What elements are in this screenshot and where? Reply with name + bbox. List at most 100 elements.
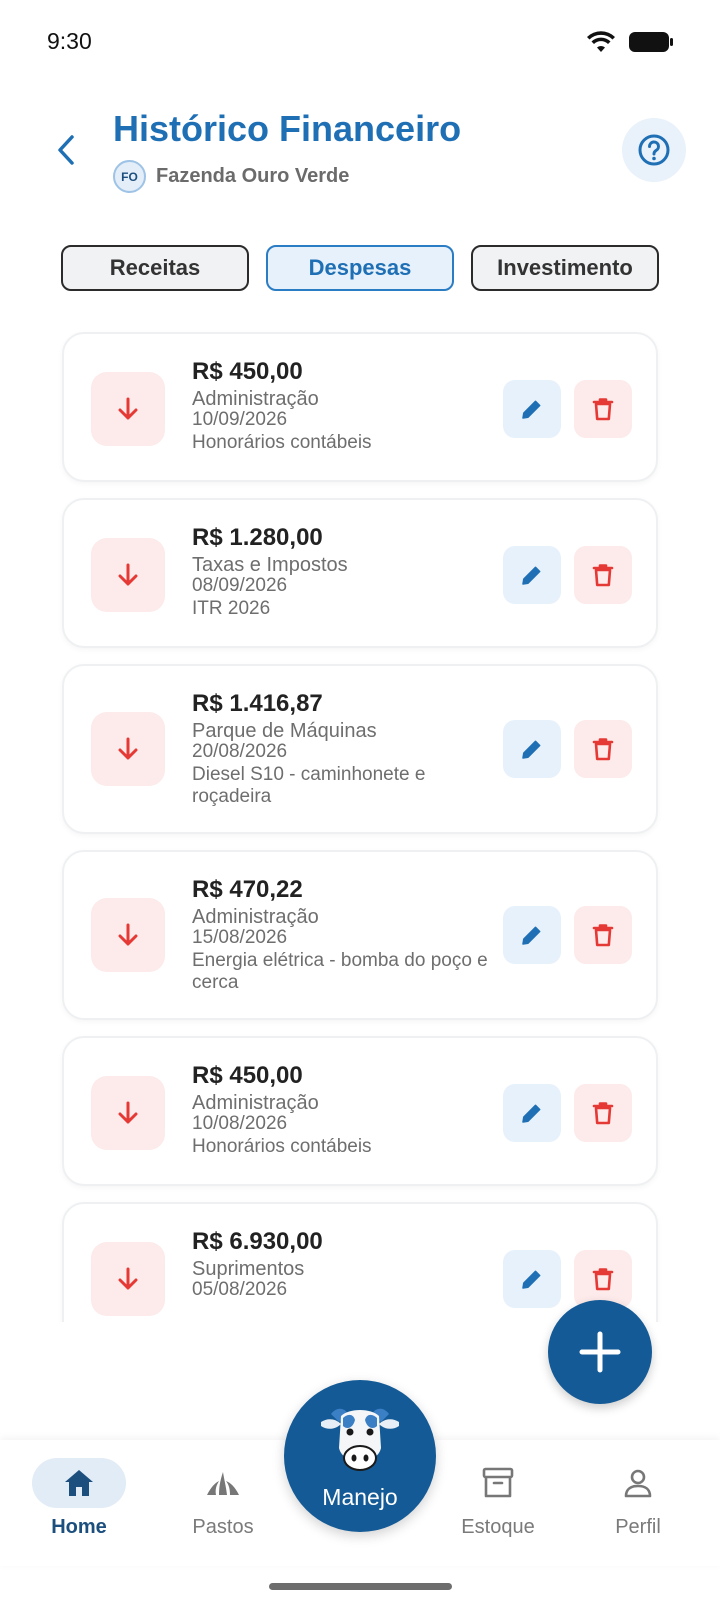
edit-button[interactable] [503, 906, 561, 964]
edit-button[interactable] [503, 1084, 561, 1142]
trash-icon [592, 924, 614, 947]
expense-details: R$ 6.930,00 Suprimentos 05/08/2026 [192, 1226, 492, 1302]
pencil-icon [522, 740, 541, 759]
tab-despesas[interactable]: Despesas [266, 245, 454, 291]
edit-button[interactable] [503, 546, 561, 604]
pencil-icon [522, 566, 541, 585]
trash-icon [592, 1268, 614, 1291]
delete-button[interactable] [574, 720, 632, 778]
expense-details: R$ 450,00 Administração 10/08/2026 Honor… [192, 1060, 492, 1158]
delete-button[interactable] [574, 1084, 632, 1142]
expense-details: R$ 1.416,87 Parque de Máquinas 20/08/202… [192, 688, 492, 808]
expense-icon-wrap [91, 1242, 165, 1316]
home-icon [65, 1470, 93, 1496]
expense-category: Administração [192, 906, 319, 928]
expense-date: 20/08/2026 [192, 741, 288, 762]
expense-icon-wrap [91, 898, 165, 972]
expense-details: R$ 470,22 Administração 15/08/2026 Energ… [192, 874, 492, 994]
expense-list[interactable]: R$ 450,00 Administração 10/09/2026 Honor… [0, 330, 720, 1322]
pencil-icon [522, 1104, 541, 1123]
nav-pastos[interactable]: Pastos [168, 1458, 278, 1539]
expense-icon-wrap [91, 538, 165, 612]
expense-description: ITR 2026 [192, 598, 271, 619]
add-expense-button[interactable] [548, 1300, 652, 1404]
nav-estoque[interactable]: Estoque [443, 1458, 553, 1539]
delete-button[interactable] [574, 906, 632, 964]
home-indicator [269, 1583, 452, 1590]
nav-pastos-icon-wrap [176, 1458, 270, 1508]
trash-icon [592, 738, 614, 761]
expense-card[interactable]: R$ 470,22 Administração 15/08/2026 Energ… [62, 850, 658, 1020]
expense-amount: R$ 450,00 [192, 358, 303, 385]
wifi-icon [587, 31, 615, 52]
manejo-label: Manejo [322, 1484, 398, 1510]
expense-icon-wrap [91, 1076, 165, 1150]
expense-icon-wrap [91, 372, 165, 446]
expense-description: Honorários contábeis [192, 432, 372, 453]
expense-card[interactable]: R$ 450,00 Administração 10/08/2026 Honor… [62, 1036, 658, 1186]
edit-button[interactable] [503, 1250, 561, 1308]
grass-icon [207, 1472, 239, 1495]
edit-button[interactable] [503, 720, 561, 778]
nav-pastos-label: Pastos [192, 1516, 254, 1538]
trash-icon [592, 1102, 614, 1125]
archive-box-icon [482, 1467, 514, 1498]
expense-card[interactable]: R$ 1.416,87 Parque de Máquinas 20/08/202… [62, 664, 658, 834]
plus-icon [579, 1331, 621, 1373]
nav-home-icon-wrap [32, 1458, 126, 1508]
farm-info: FO Fazenda Ouro Verde [113, 160, 349, 193]
expense-description: Diesel S10 - caminhonete e roçadeira [192, 764, 426, 807]
arrow-down-icon [118, 397, 138, 420]
farm-avatar: FO [113, 160, 146, 193]
edit-button[interactable] [503, 380, 561, 438]
expense-card[interactable]: R$ 450,00 Administração 10/09/2026 Honor… [62, 332, 658, 482]
chevron-left-icon [58, 135, 74, 165]
trash-icon [592, 398, 614, 421]
cow-icon [321, 1408, 399, 1471]
arrow-down-icon [118, 923, 138, 946]
expense-date: 10/08/2026 [192, 1113, 288, 1134]
expense-description: Honorários contábeis [192, 1136, 372, 1157]
expense-amount: R$ 470,22 [192, 876, 303, 903]
person-icon [624, 1469, 652, 1498]
expense-category: Parque de Máquinas [192, 720, 377, 742]
nav-estoque-label: Estoque [461, 1516, 535, 1538]
arrow-down-icon [118, 1101, 138, 1124]
nav-estoque-icon-wrap [451, 1458, 545, 1508]
nav-perfil[interactable]: Perfil [583, 1458, 693, 1539]
nav-perfil-label: Perfil [615, 1516, 661, 1538]
farm-name: Fazenda Ouro Verde [156, 165, 350, 187]
tab-receitas[interactable]: Receitas [61, 245, 249, 291]
expense-category: Taxas e Impostos [192, 554, 348, 576]
question-circle-icon [638, 134, 670, 166]
expense-amount: R$ 1.416,87 [192, 690, 323, 717]
arrow-down-icon [118, 1267, 138, 1290]
expense-card[interactable]: R$ 1.280,00 Taxas e Impostos 08/09/2026 … [62, 498, 658, 648]
delete-button[interactable] [574, 546, 632, 604]
delete-button[interactable] [574, 380, 632, 438]
manejo-button[interactable]: Manejo [284, 1380, 436, 1532]
expense-category: Administração [192, 388, 319, 410]
expense-icon-wrap [91, 712, 165, 786]
expense-card[interactable]: R$ 6.930,00 Suprimentos 05/08/2026 [62, 1202, 658, 1322]
expense-date: 10/09/2026 [192, 409, 288, 430]
back-button[interactable] [44, 128, 88, 172]
nav-perfil-icon-wrap [591, 1458, 685, 1508]
status-time: 9:30 [47, 28, 92, 54]
arrow-down-icon [118, 737, 138, 760]
pencil-icon [522, 400, 541, 419]
expense-category: Suprimentos [192, 1258, 305, 1280]
nav-home[interactable]: Home [24, 1458, 134, 1539]
expense-description: Energia elétrica - bomba do poço e cerca [192, 950, 488, 993]
status-bar: 9:30 [0, 0, 720, 86]
nav-home-label: Home [51, 1516, 107, 1538]
page-title: Histórico Financeiro [113, 108, 462, 149]
type-tabs: Receitas Despesas Investimento [61, 245, 659, 293]
pencil-icon [522, 1270, 541, 1289]
expense-date: 05/08/2026 [192, 1279, 288, 1300]
trash-icon [592, 564, 614, 587]
arrow-down-icon [118, 563, 138, 586]
tab-investimento[interactable]: Investimento [471, 245, 659, 291]
expense-amount: R$ 6.930,00 [192, 1228, 323, 1255]
help-button[interactable] [622, 118, 686, 182]
